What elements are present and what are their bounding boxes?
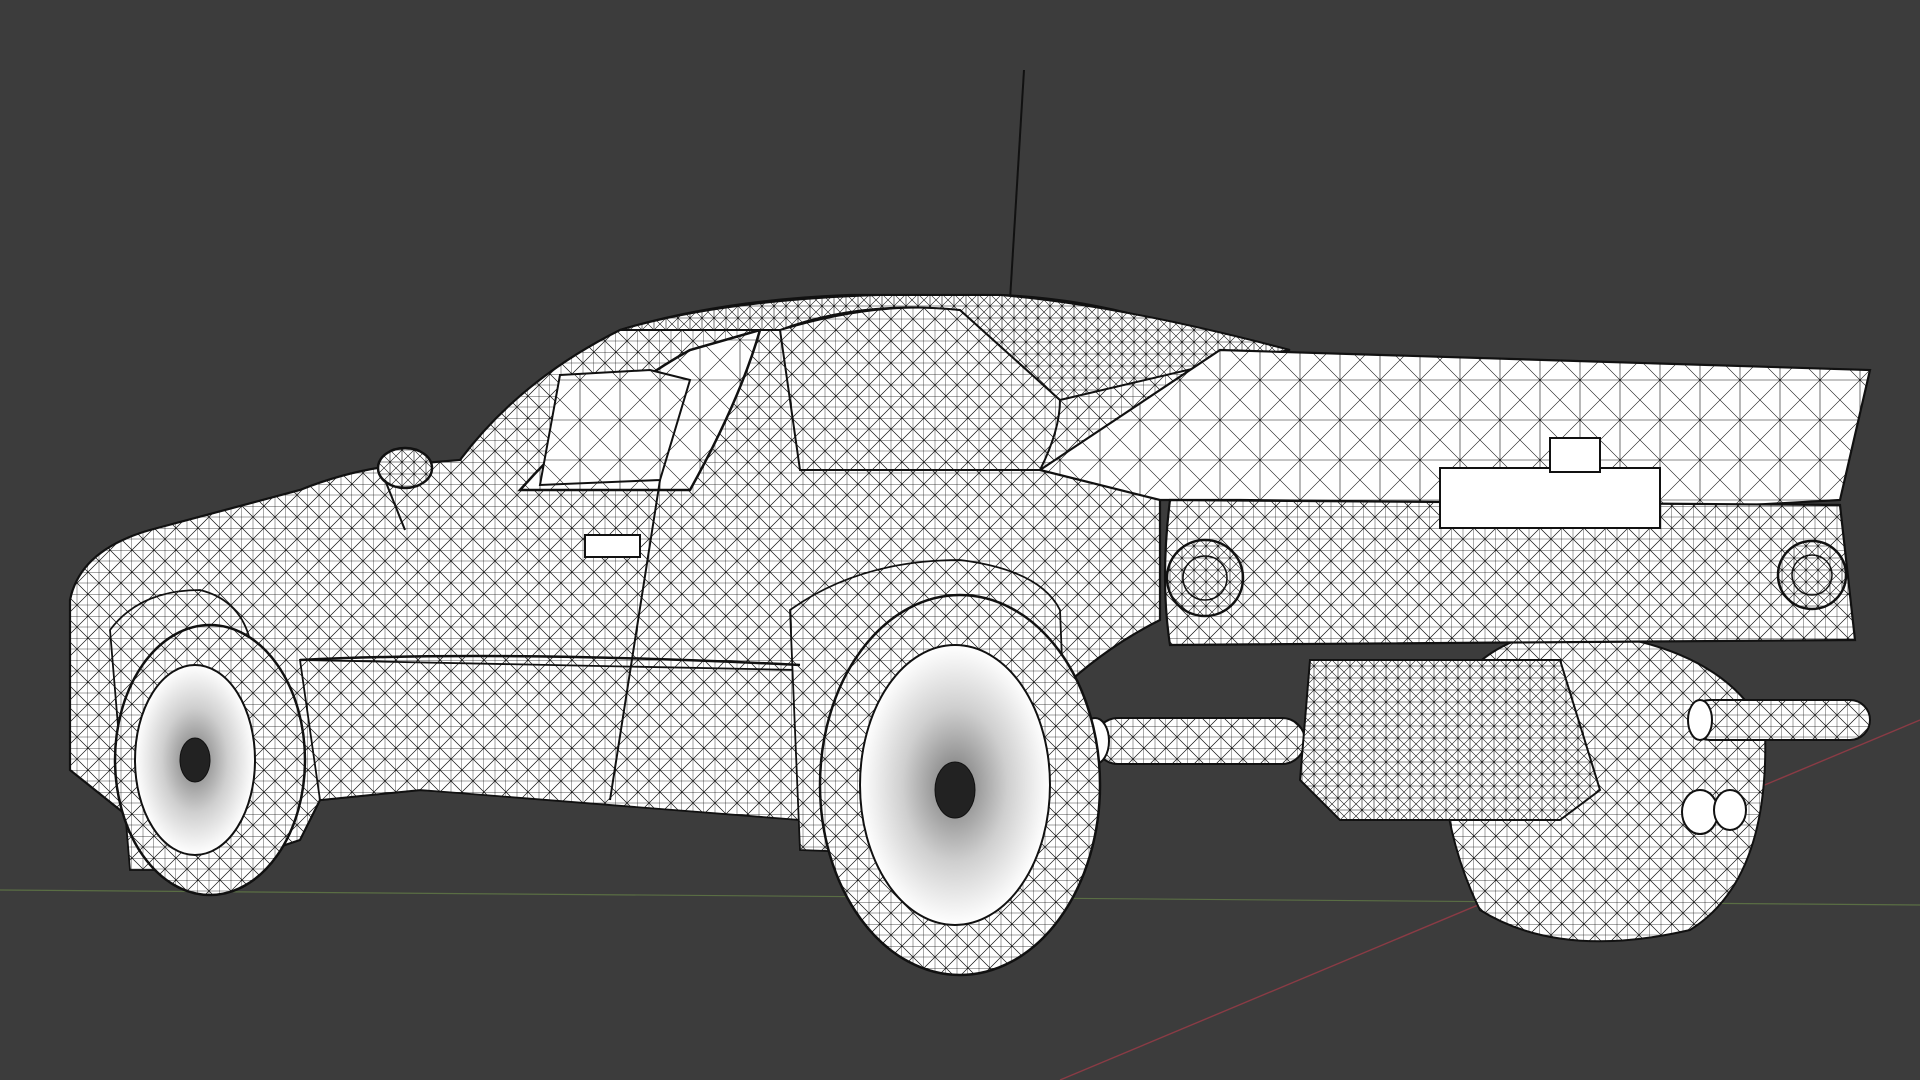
- rear-near-wheel: [818, 593, 1102, 977]
- tailpipes: [1681, 789, 1747, 835]
- left-tail-light: [1165, 538, 1245, 618]
- 3d-viewport[interactable]: [0, 0, 1920, 1080]
- front-wheel: [113, 623, 307, 897]
- antenna: [1009, 69, 1025, 301]
- engine-detail: [1298, 659, 1602, 821]
- license-plate: [1439, 467, 1661, 529]
- right-tail-light: [1776, 539, 1848, 611]
- car-wireframe[interactable]: [68, 293, 1872, 977]
- scene-canvas[interactable]: [0, 0, 1920, 1080]
- door-handle: [584, 534, 641, 558]
- exhaust-right: [1687, 699, 1871, 741]
- exhaust-left: [1080, 717, 1306, 765]
- rocker-panel: [298, 659, 811, 821]
- rear-light-box: [1549, 437, 1601, 473]
